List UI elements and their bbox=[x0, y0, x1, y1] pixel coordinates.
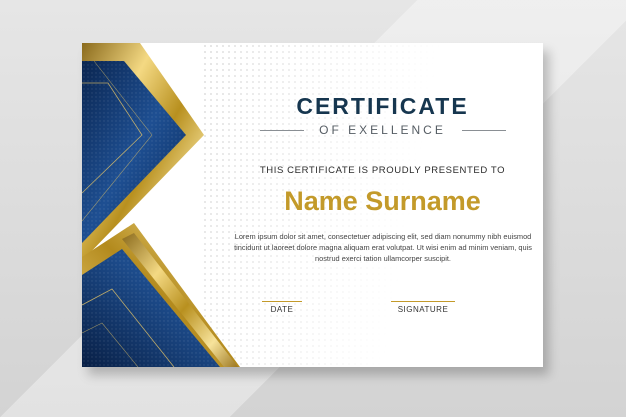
recipient-name: Name Surname bbox=[284, 186, 481, 216]
body-text: Lorem ipsum dolor sit amet, consectetuer… bbox=[234, 232, 532, 263]
date-line bbox=[262, 301, 302, 302]
presented-to-text: THIS CERTIFICATE IS PROUDLY PRESENTED TO bbox=[259, 165, 506, 176]
subtitle-divider-right bbox=[462, 130, 506, 131]
signature-label: SIGNATURE bbox=[397, 305, 449, 314]
certificate-card: CERTIFICATE OF EXELLENCE THIS CERTIFICAT… bbox=[82, 43, 543, 367]
signature-line bbox=[391, 301, 455, 302]
date-label: DATE bbox=[270, 305, 294, 314]
certificate-title: CERTIFICATE bbox=[296, 93, 469, 119]
